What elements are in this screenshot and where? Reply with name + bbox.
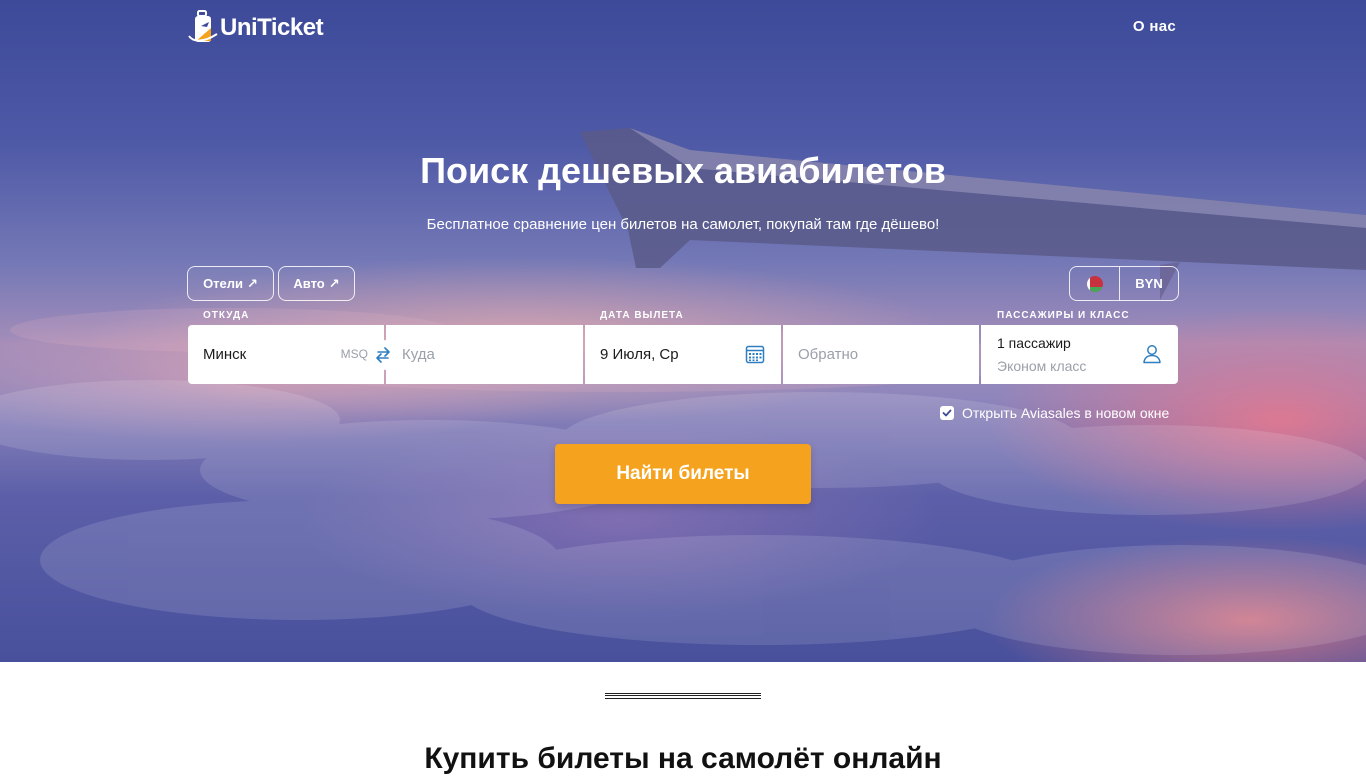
passengers-class-field[interactable]: 1 пассажир Эконом класс <box>981 325 1178 384</box>
calendar-icon[interactable] <box>745 344 765 364</box>
user-icon <box>1143 345 1161 364</box>
flight-search-form: Минск MSQ Куда 9 Июля, Ср Обратно 1 пасс… <box>188 325 1178 384</box>
section-divider <box>605 693 761 699</box>
origin-iata-code: MSQ <box>340 347 368 361</box>
brand-name: UniTicket <box>220 14 324 41</box>
travel-class: Эконом класс <box>997 358 1087 374</box>
passengers-label: ПАССАЖИРЫ И КЛАСС <box>997 310 1130 321</box>
external-link-icon: ↗ <box>328 275 340 291</box>
country-button[interactable] <box>1070 267 1120 300</box>
swap-arrows-icon <box>376 347 390 363</box>
search-tickets-button[interactable]: Найти билеты <box>555 444 811 504</box>
page-title: Поиск дешевых авиабилетов <box>420 150 946 191</box>
logo[interactable]: UniTicket <box>187 10 324 46</box>
passenger-count: 1 пассажир <box>997 335 1071 351</box>
page-subtitle: Бесплатное сравнение цен билетов на само… <box>426 216 940 233</box>
hotels-link[interactable]: Отели ↗ <box>187 266 274 301</box>
auto-link[interactable]: Авто ↗ <box>278 266 355 301</box>
external-link-icon: ↗ <box>247 275 258 291</box>
nav-about-link[interactable]: О нас <box>1133 18 1176 35</box>
destination-placeholder[interactable]: Куда <box>402 346 435 363</box>
hero-banner: UniTicket О нас Поиск дешевых авиабилето… <box>0 0 1366 662</box>
return-date-field[interactable]: Обратно <box>783 325 979 384</box>
auto-link-label: Авто <box>293 276 325 291</box>
departure-date-field[interactable]: 9 Июля, Ср <box>585 325 781 384</box>
date-label: ДАТА ВЫЛЕТА <box>600 310 684 321</box>
suitcase-plane-logo-icon <box>188 10 218 42</box>
swap-button[interactable] <box>368 340 398 370</box>
origin-field[interactable]: Минск MSQ <box>188 325 384 384</box>
return-date-placeholder[interactable]: Обратно <box>798 346 858 363</box>
from-label: ОТКУДА <box>203 310 250 321</box>
new-window-option[interactable]: Открыть Aviasales в новом окне <box>940 405 1169 421</box>
checkmark-icon <box>942 409 952 417</box>
origin-value[interactable]: Минск <box>203 346 246 363</box>
belarus-flag-icon <box>1086 275 1103 292</box>
new-window-label: Открыть Aviasales в новом окне <box>962 405 1170 421</box>
currency-code[interactable]: BYN <box>1120 267 1178 300</box>
departure-date-value[interactable]: 9 Июля, Ср <box>600 346 679 363</box>
destination-field[interactable]: Куда <box>386 325 583 384</box>
new-window-checkbox[interactable] <box>940 406 954 420</box>
section-title: Купить билеты на самолёт онлайн <box>424 742 942 775</box>
currency-selector[interactable]: BYN <box>1069 266 1179 301</box>
hotels-link-label: Отели <box>203 276 244 291</box>
